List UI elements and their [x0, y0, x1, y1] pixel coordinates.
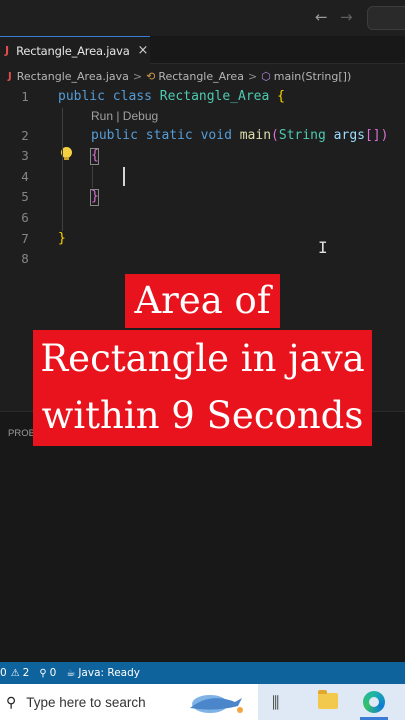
indent-guide: [62, 108, 63, 231]
search-icon: ⚲: [6, 693, 17, 710]
problems-indicator[interactable]: 0 ⚠ 2: [0, 667, 29, 679]
breadcrumb: J Rectangle_Area.java > ⟲ Rectangle_Area…: [0, 66, 405, 86]
code-line-5: }: [91, 189, 99, 204]
info-indicator[interactable]: ⚲ 0: [39, 667, 56, 679]
editor-tab-bar: J Rectangle_Area.java ×: [0, 36, 405, 64]
method-name: main: [239, 128, 272, 143]
line-number: 8: [21, 251, 29, 266]
warning-icon: ⚠: [10, 667, 20, 679]
class-icon: ⟲: [146, 69, 156, 83]
line-number: 1: [21, 89, 29, 104]
tab-problems[interactable]: PROB: [8, 428, 35, 439]
java-file-icon: J: [8, 70, 12, 82]
bracket: []): [364, 128, 389, 143]
status-bar: 0 ⚠ 2 ⚲ 0 ☕ Java: Ready: [0, 662, 405, 684]
overlay-title-line-1: Area of: [125, 274, 280, 328]
code-line-7: }: [58, 231, 66, 246]
keyword: static: [145, 128, 193, 143]
tab-rectangle-area-java[interactable]: J Rectangle_Area.java ×: [0, 36, 150, 64]
search-highlight-art: [190, 695, 243, 713]
search-placeholder: Type here to search: [26, 694, 146, 710]
line-number: 5: [21, 189, 29, 204]
keyword: void: [200, 128, 232, 143]
java-status[interactable]: ☕ Java: Ready: [66, 667, 140, 679]
chevron-right-icon: >: [247, 69, 258, 83]
overlay-title-line-3: within 9 Seconds: [33, 389, 372, 446]
brace: {: [91, 148, 99, 163]
error-count: 0: [0, 667, 7, 679]
line-number: 6: [21, 210, 29, 225]
keyword: public: [91, 128, 138, 143]
command-center[interactable]: [367, 6, 405, 30]
java-file-icon: J: [5, 44, 10, 57]
line-number: 2: [21, 128, 29, 143]
code-line-3: {: [91, 148, 99, 163]
edge-browser-icon[interactable]: [363, 691, 385, 713]
arrow-left-icon[interactable]: ←: [315, 8, 328, 26]
task-view-icon[interactable]: ⫼: [272, 693, 279, 713]
type-name: String: [278, 128, 326, 143]
mouse-ibeam-icon: I: [318, 238, 328, 257]
code-line-2: public static void main(String args[]): [91, 128, 388, 143]
method-icon: ⬡: [261, 69, 271, 83]
bottom-panel: PROB: [0, 411, 405, 662]
keyword: class: [112, 89, 152, 104]
warning-count: 2: [22, 667, 30, 679]
title-bar: ← →: [0, 0, 405, 36]
tab-label: Rectangle_Area.java: [16, 43, 130, 58]
line-number: 7: [21, 231, 29, 246]
info-icon: ⚲: [39, 667, 47, 679]
class-name: Rectangle_Area: [159, 89, 270, 104]
paren: (: [271, 128, 279, 143]
breadcrumb-method[interactable]: main(String[]): [274, 70, 351, 83]
brace: }: [91, 189, 99, 204]
arrow-right-icon[interactable]: →: [340, 8, 353, 26]
info-count: 0: [49, 667, 57, 679]
keyword: public: [58, 89, 105, 104]
brace: {: [277, 89, 285, 104]
brace: }: [58, 231, 66, 246]
taskbar-search[interactable]: ⚲ Type here to search: [0, 684, 258, 720]
text-cursor: [123, 167, 125, 186]
taskbar: ⚲ Type here to search ⫼: [0, 684, 405, 720]
close-icon[interactable]: ×: [138, 43, 149, 58]
java-cup-icon: ☕: [66, 667, 76, 679]
chevron-right-icon: >: [132, 69, 143, 83]
run-debug-codelens[interactable]: Run | Debug: [91, 109, 158, 123]
overlay-title-line-2: Rectangle in java: [33, 330, 372, 390]
param-name: args: [333, 128, 365, 143]
breadcrumb-file[interactable]: Rectangle_Area.java: [17, 70, 129, 83]
java-status-label: Java: Ready: [78, 667, 140, 679]
line-number: 4: [21, 169, 29, 184]
indent-guide: [92, 166, 93, 188]
file-explorer-icon[interactable]: [318, 690, 338, 709]
code-line-1: public class Rectangle_Area {: [58, 89, 285, 104]
breadcrumb-class[interactable]: Rectangle_Area: [158, 70, 244, 83]
line-number: 3: [21, 148, 29, 163]
